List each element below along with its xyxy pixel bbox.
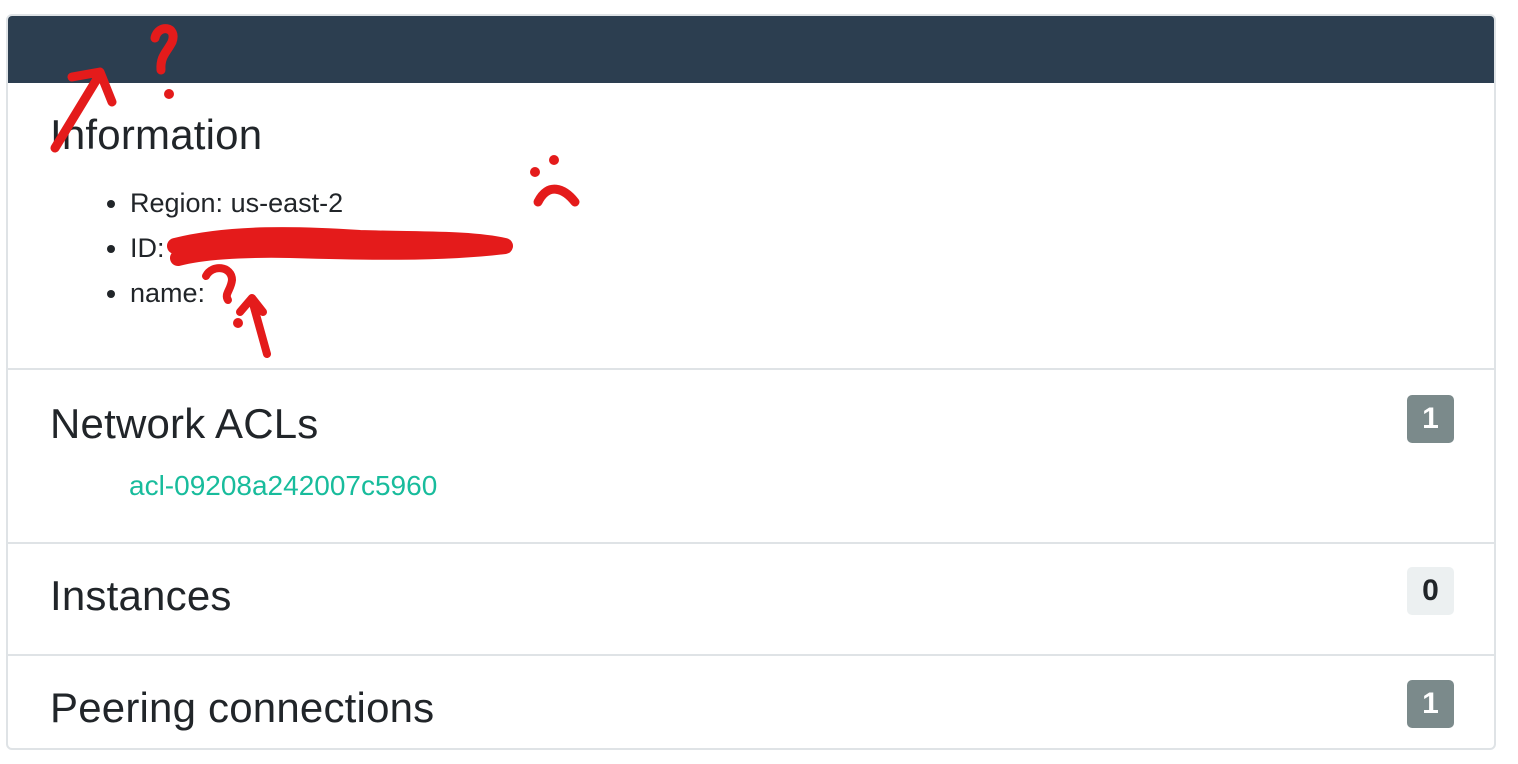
instances-section[interactable]: Instances 0	[8, 544, 1494, 656]
information-list: Region: us-east-2 ID: name:	[90, 181, 343, 316]
network-acls-section[interactable]: Network ACLs 1 acl-09208a242007c5960	[8, 370, 1494, 544]
network-acls-title: Network ACLs	[50, 400, 319, 447]
instances-title: Instances	[50, 572, 232, 619]
region-item: Region: us-east-2	[130, 181, 343, 226]
peering-connections-count-badge: 1	[1407, 680, 1454, 728]
vpc-details-card: Information Region: us-east-2 ID: name: …	[6, 14, 1496, 750]
name-item: name:	[130, 271, 343, 316]
network-acls-count-badge: 1	[1407, 395, 1454, 443]
instances-count-badge: 0	[1407, 567, 1454, 615]
card-header	[8, 16, 1494, 83]
peering-connections-title: Peering connections	[50, 684, 435, 731]
information-title: Information	[50, 111, 263, 158]
information-section: Information Region: us-east-2 ID: name:	[8, 83, 1494, 370]
peering-connections-section[interactable]: Peering connections 1	[8, 656, 1494, 748]
id-item: ID:	[130, 226, 343, 271]
acl-link[interactable]: acl-09208a242007c5960	[129, 470, 437, 502]
